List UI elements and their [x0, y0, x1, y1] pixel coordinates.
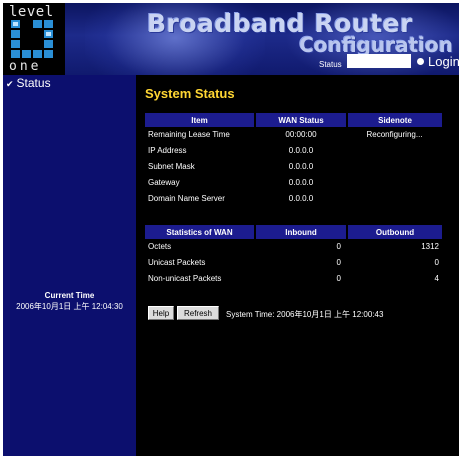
table-cell: 0 [434, 258, 439, 267]
table-cell: 0.0.0.0 [288, 162, 314, 171]
column-header: Inbound [255, 225, 348, 239]
table-cell [347, 175, 442, 191]
column-header: Sidenote [347, 113, 442, 127]
sidebar-item-status[interactable]: ✔ Status [6, 77, 51, 91]
system-time-text: System Time: 2006年10月1日 上午 12:00:43 [226, 310, 384, 319]
current-time-value: 2006年10月1日 上午 12:04:30 [16, 302, 123, 311]
table-cell: 0 [336, 258, 341, 267]
table-cell [347, 143, 442, 159]
table-cell [347, 159, 442, 175]
table-row: Unicast Packets 0 0 [145, 255, 442, 271]
table-cell: Subnet Mask [148, 162, 195, 171]
table-cell: Gateway [148, 178, 180, 187]
levelone-logo: level one [3, 3, 65, 75]
main-content: System Status Item WAN Status Sidenote R… [136, 75, 459, 456]
table-cell: Non-unicast Packets [148, 274, 222, 283]
login-bullet-icon [417, 58, 424, 65]
column-header: Outbound [347, 225, 442, 239]
checkmark-icon: ✔ [6, 79, 14, 89]
sidebar-item-label: Status [16, 76, 51, 90]
table-cell: Unicast Packets [148, 258, 206, 267]
table-cell: 1312 [421, 242, 439, 251]
router-config-page: level one Broadband Router Configuration… [3, 3, 459, 456]
table-row: Non-unicast Packets 0 4 [145, 271, 442, 287]
wan-status-table: Item WAN Status Sidenote Remaining Lease… [145, 113, 442, 207]
table-row: IP Address 0.0.0.0 [145, 143, 442, 159]
table-cell: Reconfiguring... [366, 130, 423, 139]
wan-statistics-table: Statistics of WAN Inbound Outbound Octet… [145, 225, 442, 287]
table-cell: 0 [336, 274, 341, 283]
sidebar: ✔ Status Current Time 2006年10月1日 上午 12:04… [3, 75, 136, 456]
table-row: Subnet Mask 0.0.0.0 [145, 159, 442, 175]
table-cell: 00:00:00 [285, 130, 317, 139]
table-cell: IP Address [148, 146, 187, 155]
logo-word-one: one [9, 59, 42, 74]
status-field[interactable] [347, 54, 411, 68]
logo-mark-icon [11, 20, 53, 58]
table-cell: 0 [336, 242, 341, 251]
page-title: System Status [145, 86, 235, 101]
login-link[interactable]: Login [428, 54, 459, 69]
table-row: Remaining Lease Time 00:00:00 Reconfigur… [145, 127, 442, 143]
table-header-row: Item WAN Status Sidenote [145, 113, 442, 127]
logo-word-level: level [9, 4, 54, 20]
header-banner: Broadband Router Configuration Status Lo… [65, 3, 459, 75]
current-time-label: Current Time [44, 291, 95, 300]
refresh-button[interactable]: Refresh [177, 306, 219, 320]
table-cell [347, 191, 442, 207]
table-cell: 0.0.0.0 [288, 194, 314, 203]
table-cell: 0.0.0.0 [288, 146, 314, 155]
table-cell: Remaining Lease Time [148, 130, 230, 139]
column-header: Statistics of WAN [145, 225, 256, 239]
help-button[interactable]: Help [148, 306, 174, 320]
table-cell: Octets [148, 242, 172, 251]
status-label: Status [319, 60, 342, 69]
table-cell: Domain Name Server [148, 194, 225, 203]
table-row: Domain Name Server 0.0.0.0 [145, 191, 442, 207]
column-header: WAN Status [255, 113, 348, 127]
table-cell: 0.0.0.0 [288, 178, 314, 187]
table-cell: 4 [434, 274, 439, 283]
table-row: Octets 0 1312 [145, 239, 442, 255]
table-row: Gateway 0.0.0.0 [145, 175, 442, 191]
table-header-row: Statistics of WAN Inbound Outbound [145, 225, 442, 239]
column-header: Item [145, 113, 256, 127]
